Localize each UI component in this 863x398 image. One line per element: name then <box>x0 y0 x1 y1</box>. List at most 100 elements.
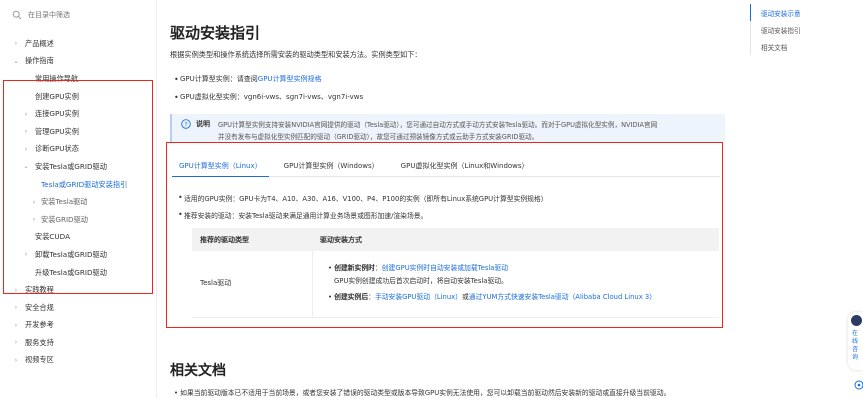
chevron-down-icon: ⌄ <box>13 57 19 65</box>
tab-gpu-windows[interactable]: GPU计算型实例（Windows） <box>277 155 386 177</box>
list-item-text: GPU虚拟化型实例：vgn6i-vws、sgn7i-vws、vgn7i-vws <box>180 93 364 101</box>
sidebar-item-create-gpu[interactable]: 创建GPU实例 <box>0 88 157 106</box>
chevron-right-icon: › <box>14 339 18 347</box>
online-consult-button[interactable]: 在线咨询 <box>848 312 863 370</box>
related-docs-text: • 如果当前驱动版本已不适用于当前场景，或者您安装了错误的驱动类型或版本导致GP… <box>174 389 671 397</box>
chevron-right-icon: › <box>14 286 18 294</box>
auto-install-link[interactable]: 创建GPU实例时自动安装或加载Tesla驱动 <box>382 264 508 272</box>
chevron-right-icon: › <box>32 216 36 224</box>
column-header: 驱动安装方式 <box>320 235 362 244</box>
table-row: Tesla驱动 • 创建新实例时：创建GPU实例时自动安装或加载Tesla驱动 … <box>192 251 719 318</box>
chevron-right-icon: › <box>14 321 18 329</box>
svg-text:?: ? <box>184 120 187 128</box>
chevron-right-icon: › <box>14 40 18 48</box>
sidebar-item-label: 开发参考 <box>25 320 54 330</box>
sidebar-item-label: 安装Tesla驱动 <box>41 197 88 207</box>
new-instance-label: 创建新实例时 <box>334 264 375 272</box>
chevron-right-icon: › <box>32 198 36 206</box>
intro-text: 根据实例类型和操作系统选择所需安装的驱动类型和安装方法。实例类型如下： <box>170 50 422 59</box>
sidebar-item-security[interactable]: › 安全合规 <box>0 299 157 317</box>
sidebar-item-common-nav[interactable]: 常用操作导航 <box>0 70 157 88</box>
sidebar-item-support[interactable]: › 服务支持 <box>0 334 157 352</box>
chevron-down-icon: ⌄ <box>23 163 29 171</box>
sidebar-item-manage-gpu[interactable]: › 管理GPU实例 <box>0 123 157 141</box>
table-of-contents: 驱动安装示意 驱动安装指引 相关文档 <box>750 4 860 55</box>
manual-install-link[interactable]: 手动安装GPU驱动（Linux） <box>375 293 462 301</box>
toc-item-driver-diagram[interactable]: 驱动安装示意 <box>750 4 860 21</box>
note-text-line1: GPU计算型实例支持安装NVIDIA官网提供的驱动（Tesla驱动），您可通过自… <box>218 121 658 129</box>
sidebar-item-upgrade-driver[interactable]: 升级Tesla或GRID驱动 <box>0 264 157 282</box>
sidebar-item-label: 安装Tesla或GRID驱动 <box>35 161 107 171</box>
search-box[interactable] <box>8 6 148 24</box>
list-item: • 推荐安装的驱动：安装Tesla驱动来满足通用计算业务场景或图形加速/渲染场景… <box>178 210 428 220</box>
list-item-text: 适用的GPU实例：GPU卡为T4、A10、A30、A16、V100、P4、P10… <box>184 194 548 203</box>
chevron-right-icon: › <box>14 304 18 312</box>
sidebar-item-videos[interactable]: › 视频专区 <box>0 352 157 370</box>
avatar <box>851 315 862 326</box>
related-docs-item: 如果当前驱动版本已不适用于当前场景，或者您安装了错误的驱动类型或版本导致GPU实… <box>180 389 671 397</box>
sidebar-item-install-grid[interactable]: › 安装GRID驱动 <box>0 211 157 229</box>
sidebar-item-label: 诊断GPU状态 <box>35 144 79 154</box>
consult-label: 在线咨询 <box>852 330 859 361</box>
chevron-right-icon: › <box>24 145 28 153</box>
driver-type-cell: Tesla驱动 <box>200 279 232 287</box>
tab-bullet-list: • 适用的GPU实例：GPU卡为T4、A10、A30、A16、V100、P4、P… <box>178 189 548 223</box>
sidebar-item-uninstall-driver[interactable]: › 卸载Tesla或GRID驱动 <box>0 246 157 264</box>
chevron-right-icon: › <box>14 356 18 364</box>
search-icon <box>12 10 22 20</box>
sidebar-item-connect-gpu[interactable]: › 连接GPU实例 <box>0 105 157 123</box>
gpu-spec-link[interactable]: GPU计算型实例规格 <box>258 74 322 84</box>
sidebar-item-label: 安装CUDA <box>35 232 70 242</box>
new-instance-line: • 创建新实例时：创建GPU实例时自动安装或加载Tesla驱动 <box>328 264 509 272</box>
page-title: 驱动安装指引 <box>170 24 261 42</box>
sidebar-item-label: 产品概述 <box>25 38 54 48</box>
chat-icon[interactable] <box>852 378 863 392</box>
sidebar-item-label: 安装GRID驱动 <box>41 214 88 224</box>
list-item: • GPU计算型实例：请查阅 GPU计算型实例规格 <box>174 74 322 84</box>
yum-install-link[interactable]: 通过YUM方式快速安装Tesla驱动（Alibaba Cloud Linux 3… <box>469 293 656 301</box>
list-item: • 适用的GPU实例：GPU卡为T4、A10、A30、A16、V100、P4、P… <box>178 193 548 203</box>
chevron-right-icon: › <box>24 110 28 118</box>
search-input[interactable] <box>28 11 138 19</box>
sidebar-item-label: 视频专区 <box>25 355 54 365</box>
sidebar-nav: › 产品概述 ⌄ 操作指南 常用操作导航 创建GPU实例 › 连接GPU实例 ›… <box>0 35 157 369</box>
sidebar-item-dev-reference[interactable]: › 开发参考 <box>0 317 157 335</box>
new-instance-note: GPU实例创建成功后首次启动时，将自动安装Tesla驱动。 <box>334 277 508 285</box>
list-item-text: GPU计算型实例：请查阅 <box>180 75 258 83</box>
sidebar-item-label: 服务支持 <box>25 337 54 347</box>
chevron-right-icon: › <box>24 251 28 259</box>
related-docs-title: 相关文档 <box>170 363 226 379</box>
sidebar-item-install-tesla[interactable]: › 安装Tesla驱动 <box>0 193 157 211</box>
sidebar-item-label: 实践教程 <box>25 285 54 295</box>
note-label: 说明 <box>196 120 210 128</box>
sidebar: › 产品概述 ⌄ 操作指南 常用操作导航 创建GPU实例 › 连接GPU实例 ›… <box>0 0 157 398</box>
list-item-text: 推荐安装的驱动：安装Tesla驱动来满足通用计算业务场景或图形加速/渲染场景。 <box>184 211 428 220</box>
driver-table: 推荐的驱动类型 驱动安装方式 Tesla驱动 • 创建新实例时：创建GPU实例时… <box>192 228 719 318</box>
sidebar-item-label: 升级Tesla或GRID驱动 <box>35 267 107 277</box>
info-icon: ? <box>181 119 191 129</box>
created-instance-label: 创建实例后 <box>334 293 369 301</box>
column-header: 推荐的驱动类型 <box>200 235 249 244</box>
sidebar-item-tutorials[interactable]: › 实践教程 <box>0 281 157 299</box>
page: › 产品概述 ⌄ 操作指南 常用操作导航 创建GPU实例 › 连接GPU实例 ›… <box>0 0 863 398</box>
list-item: • GPU虚拟化型实例：vgn6i-vws、sgn7i-vws、vgn7i-vw… <box>174 92 364 102</box>
tab-vgpu[interactable]: GPU虚拟化型实例（Linux和Windows） <box>394 155 536 177</box>
sidebar-item-install-cuda[interactable]: 安装CUDA <box>0 229 157 247</box>
sidebar-item-operation-guide[interactable]: ⌄ 操作指南 <box>0 53 157 71</box>
note-text-line2: 并没有发布与虚拟化型实例匹配的驱动（GRID驱动），故您可通过预装镜像方式或云助… <box>218 133 539 141</box>
sidebar-item-label: Tesla或GRID驱动安装指引 <box>41 179 128 189</box>
created-instance-line: • 创建实例后：手动安装GPU驱动（Linux）或通过YUM方式快速安装Tesl… <box>328 293 657 301</box>
sidebar-item-product-overview[interactable]: › 产品概述 <box>0 35 157 53</box>
sidebar-item-diagnose-gpu[interactable]: › 诊断GPU状态 <box>0 141 157 159</box>
sidebar-item-install-driver[interactable]: ⌄ 安装Tesla或GRID驱动 <box>0 158 157 176</box>
or-text: 或 <box>461 293 469 301</box>
toc-item-driver-guide[interactable]: 驱动安装指引 <box>751 21 860 38</box>
tab-bar: GPU计算型实例（Linux） GPU计算型实例（Windows） GPU虚拟化… <box>172 155 720 177</box>
sidebar-item-label: 安全合规 <box>25 302 54 312</box>
instance-type-list: • GPU计算型实例：请查阅 GPU计算型实例规格 • GPU虚拟化型实例：vg… <box>174 70 363 106</box>
tab-gpu-linux[interactable]: GPU计算型实例（Linux） <box>172 155 269 177</box>
toc-item-related-docs[interactable]: 相关文档 <box>751 38 860 55</box>
sidebar-item-label: 常用操作导航 <box>35 73 79 83</box>
sidebar-item-label: 管理GPU实例 <box>35 126 79 136</box>
sidebar-item-driver-guide[interactable]: Tesla或GRID驱动安装指引 <box>0 176 157 194</box>
